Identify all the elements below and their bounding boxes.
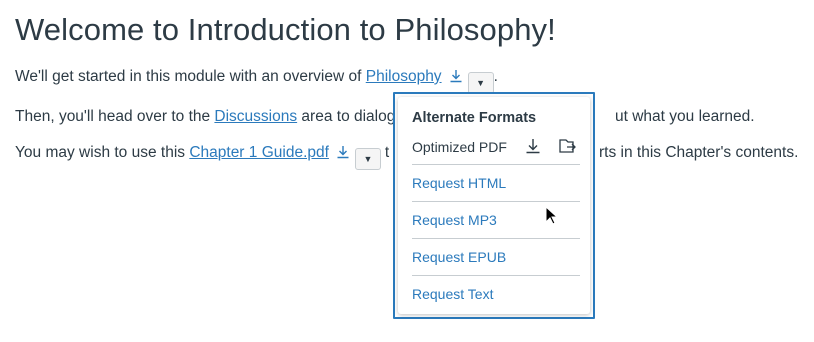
guide-paragraph: You may wish to use this Chapter 1 Guide…	[15, 143, 389, 170]
file-options-dropdown-button[interactable]: ▼	[354, 148, 381, 170]
philosophy-link[interactable]: Philosophy	[366, 68, 442, 85]
intro-paragraph: We'll get started in this module with an…	[15, 67, 498, 94]
p3-tail: rts in this Chapter's contents.	[599, 144, 799, 161]
file-options-dropdown-button[interactable]: ▼	[467, 72, 494, 94]
download-icon[interactable]	[448, 68, 464, 84]
p2-text: Then, you'll head over to the	[15, 108, 215, 125]
request-html-link[interactable]: Request HTML	[412, 164, 580, 201]
p1-text: We'll get started in this module with an…	[15, 68, 366, 85]
request-text-link[interactable]: Request Text	[412, 275, 580, 312]
p2-after: area to dialog	[297, 108, 396, 125]
popup-title: Alternate Formats	[412, 110, 537, 126]
discussion-paragraph: Then, you'll head over to the Discussion…	[15, 107, 395, 127]
p3-after: t	[384, 144, 390, 161]
p1-end: .	[493, 68, 498, 85]
download-icon[interactable]	[524, 137, 542, 155]
request-epub-link[interactable]: Request EPUB	[412, 238, 580, 275]
popup-panel: Alternate Formats Optimized PDF Request …	[398, 97, 590, 314]
open-external-icon[interactable]	[557, 137, 577, 155]
p2-tail: ut what you learned.	[615, 108, 755, 125]
page-title: Welcome to Introduction to Philosophy!	[15, 12, 556, 47]
mouse-cursor-icon	[545, 206, 557, 225]
alternate-formats-popup: Alternate Formats Optimized PDF Request …	[393, 92, 595, 319]
optimized-pdf-label: Optimized PDF	[412, 139, 507, 155]
p3-text: You may wish to use this	[15, 144, 190, 161]
chapter-guide-link[interactable]: Chapter 1 Guide.pdf	[189, 144, 329, 161]
download-icon[interactable]	[335, 144, 351, 160]
discussions-link[interactable]: Discussions	[214, 108, 297, 125]
